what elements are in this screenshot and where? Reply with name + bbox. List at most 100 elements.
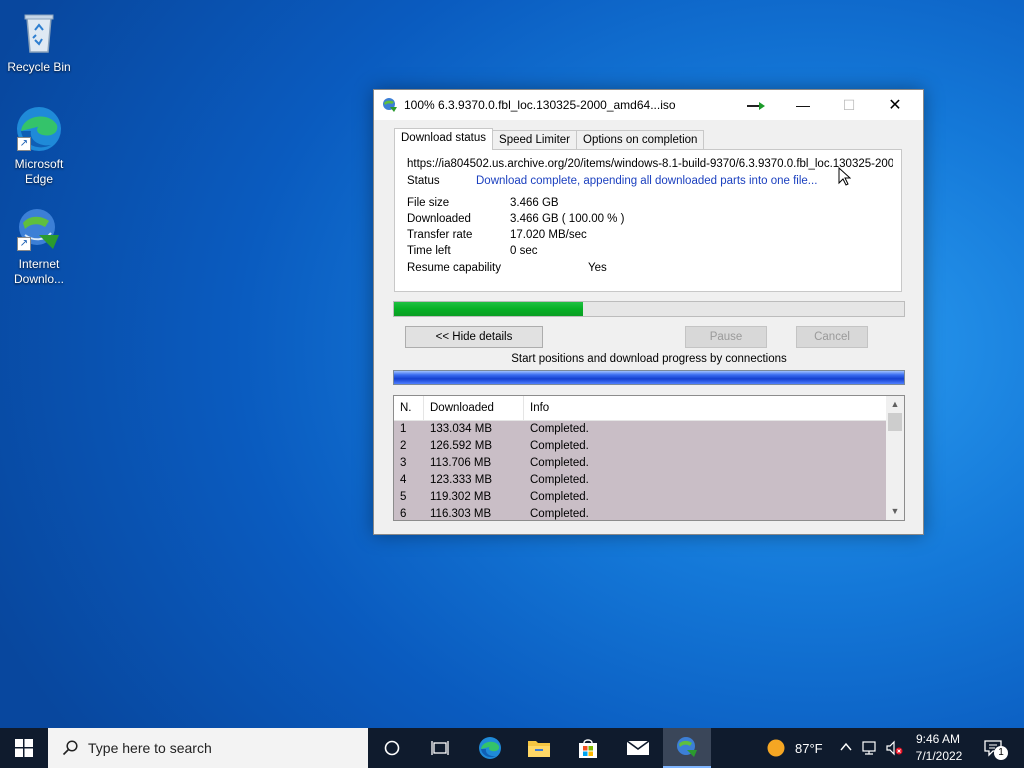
window-title: 100% 6.3.9370.0.fbl_loc.130325-2000_amd6… [404,98,676,112]
close-button[interactable]: ✕ [872,90,918,120]
weather-widget[interactable]: 87°F [758,728,838,768]
downloaded-label: Downloaded [407,213,471,225]
connections-table: N. Downloaded Info 1 133.034 MB Completed.… [393,395,905,521]
taskbar-mail[interactable] [614,728,662,768]
hide-details-button[interactable]: << Hide details [405,326,543,348]
table-row[interactable]: 4 123.333 MB Completed. [394,472,886,489]
desktop-icon-recycle-bin[interactable]: Recycle Bin [1,8,77,75]
cell-info: Completed. [530,474,589,486]
shortcut-arrow-icon: ↗ [17,137,31,151]
tab-options-on-completion[interactable]: Options on completion [576,130,705,150]
maximize-button[interactable]: ☐ [826,90,872,120]
transfer-rate-value: 17.020 MB/sec [510,229,587,241]
column-header-n[interactable]: N. [394,396,424,420]
search-placeholder: Type here to search [88,740,212,756]
tab-strip: Download status Speed Limiter Options on… [394,128,705,150]
download-progress-bar [393,301,905,317]
file-size-label: File size [407,197,450,209]
cell-n: 1 [400,423,407,435]
taskbar-search-box[interactable]: Type here to search [48,728,368,768]
pause-button[interactable]: Pause [685,326,767,348]
clock-date[interactable]: 7/1/2022 [914,749,964,763]
table-row[interactable]: 3 113.706 MB Completed. [394,455,886,472]
connections-progress-bar [393,370,905,385]
scroll-up-arrow-icon[interactable]: ▲ [886,396,904,413]
transfer-rate-label: Transfer rate [407,229,473,241]
cell-info: Completed. [530,508,589,520]
table-row[interactable]: 1 133.034 MB Completed. [394,421,886,438]
scroll-down-arrow-icon[interactable]: ▼ [886,503,904,520]
tab-speed-limiter[interactable]: Speed Limiter [492,130,577,150]
file-size-value: 3.466 GB [510,197,559,209]
idm-icon: ↗ [15,205,63,253]
idm-icon [677,737,697,757]
cell-info: Completed. [530,457,589,469]
notification-count-badge: 1 [994,746,1008,760]
store-icon [579,739,597,758]
action-center-button[interactable]: 1 [978,728,1008,768]
download-details-panel: https://ia804502.us.archive.org/20/items… [394,149,902,292]
cell-downloaded: 126.592 MB [430,440,493,452]
taskbar-idm[interactable] [663,728,711,768]
cortana-circle-icon [384,740,400,756]
table-row[interactable]: 6 116.303 MB Completed. [394,506,886,520]
status-label: Status [407,175,440,187]
scroll-thumb[interactable] [888,413,902,431]
status-value: Download complete, appending all downloa… [476,175,818,187]
table-row[interactable]: 2 126.592 MB Completed. [394,438,886,455]
minimize-button[interactable]: — [780,90,826,120]
column-header-downloaded[interactable]: Downloaded [424,396,524,420]
resume-capability-value: Yes [588,262,607,274]
download-progress-window: 100% 6.3.9370.0.fbl_loc.130325-2000_amd6… [373,89,924,535]
task-view-icon [431,741,449,755]
resume-capability-label: Resume capability [407,262,501,274]
mouse-cursor-icon [838,167,851,186]
cell-info: Completed. [530,440,589,452]
table-row[interactable]: 5 119.302 MB Completed. [394,489,886,506]
cell-n: 3 [400,457,407,469]
taskbar-file-explorer[interactable] [515,728,563,768]
progress-fill [394,302,583,316]
cell-n: 6 [400,508,407,520]
shortcut-arrow-icon: ↗ [17,237,31,251]
download-arrow-icon [747,102,765,110]
cell-n: 4 [400,474,407,486]
edge-icon: ↗ [15,105,63,153]
task-view-button[interactable] [416,728,464,768]
taskbar-store[interactable] [564,728,612,768]
title-bar[interactable]: 100% 6.3.9370.0.fbl_loc.130325-2000_amd6… [374,90,923,120]
cell-info: Completed. [530,491,589,503]
download-url: https://ia804502.us.archive.org/20/items… [407,158,893,170]
sun-icon [767,739,785,757]
clock-time[interactable]: 9:46 AM [914,732,962,746]
cortana-button[interactable] [368,728,416,768]
desktop-icon-label: Microsoft Edge [14,157,64,186]
windows-logo-icon [15,739,33,757]
search-icon [62,740,78,756]
start-button[interactable] [0,728,48,768]
volume-muted-icon[interactable] [886,740,904,756]
table-header: N. Downloaded Info [394,396,904,421]
idm-icon [383,98,397,112]
taskbar-edge[interactable] [466,728,514,768]
table-body: 1 133.034 MB Completed. 2 126.592 MB Complete… [394,421,886,520]
network-icon[interactable] [862,740,880,756]
time-left-value: 0 sec [510,245,538,257]
chevron-up-icon[interactable] [840,742,852,752]
cell-downloaded: 113.706 MB [430,457,492,469]
table-scrollbar[interactable]: ▲ ▼ [886,396,904,520]
time-left-label: Time left [407,245,451,257]
tab-download-status[interactable]: Download status [394,128,494,150]
cell-downloaded: 123.333 MB [430,474,493,486]
desktop-icon-label: Recycle Bin [7,60,71,74]
recycle-bin-icon [15,8,63,56]
cell-n: 5 [400,491,407,503]
mail-icon [626,740,650,755]
connections-caption: Start positions and download progress by… [511,353,787,365]
cancel-button[interactable]: Cancel [796,326,868,348]
taskbar: Type here to search 87°F 9:46 AM 7/1/202… [0,728,1024,768]
desktop-icon-idm[interactable]: ↗ Internet Downlo... [1,205,77,287]
downloaded-value: 3.466 GB ( 100.00 % ) [510,213,625,225]
column-header-info[interactable]: Info [524,396,876,420]
desktop-icon-edge[interactable]: ↗ Microsoft Edge [1,105,77,187]
